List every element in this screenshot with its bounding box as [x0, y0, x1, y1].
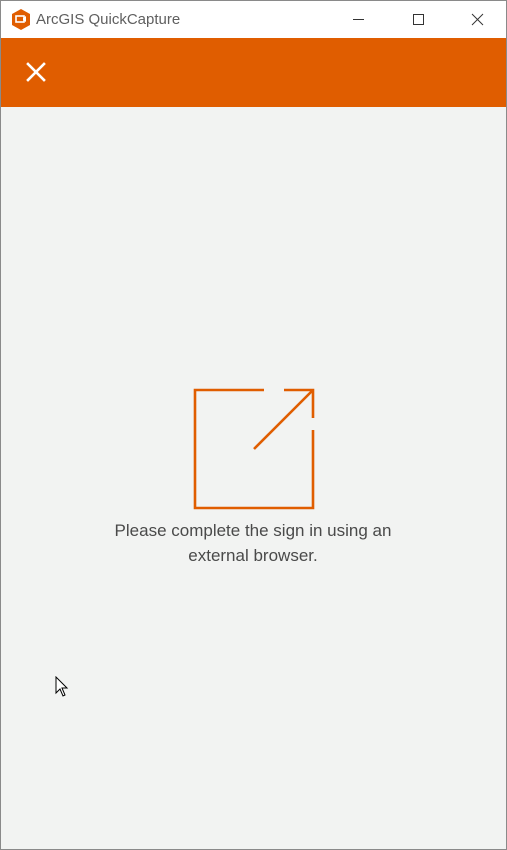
app-logo-icon [11, 9, 31, 31]
mouse-cursor-icon [55, 675, 69, 698]
window-close-button[interactable] [448, 1, 506, 38]
minimize-icon [353, 19, 364, 20]
close-icon [26, 62, 46, 82]
minimize-button[interactable] [329, 1, 387, 38]
sign-in-message: Please complete the sign in using an ext… [114, 521, 392, 565]
maximize-icon [413, 14, 424, 25]
maximize-button[interactable] [390, 1, 448, 38]
app-window: ArcGIS QuickCapture Please complete the … [0, 0, 507, 850]
cancel-sign-in-button[interactable] [21, 57, 51, 87]
window-title: ArcGIS QuickCapture [36, 11, 181, 28]
app-header [1, 38, 506, 107]
sign-in-content: Please complete the sign in using an ext… [1, 107, 506, 849]
title-bar[interactable]: ArcGIS QuickCapture [1, 1, 506, 38]
external-link-icon [193, 388, 315, 510]
close-icon [471, 13, 484, 26]
